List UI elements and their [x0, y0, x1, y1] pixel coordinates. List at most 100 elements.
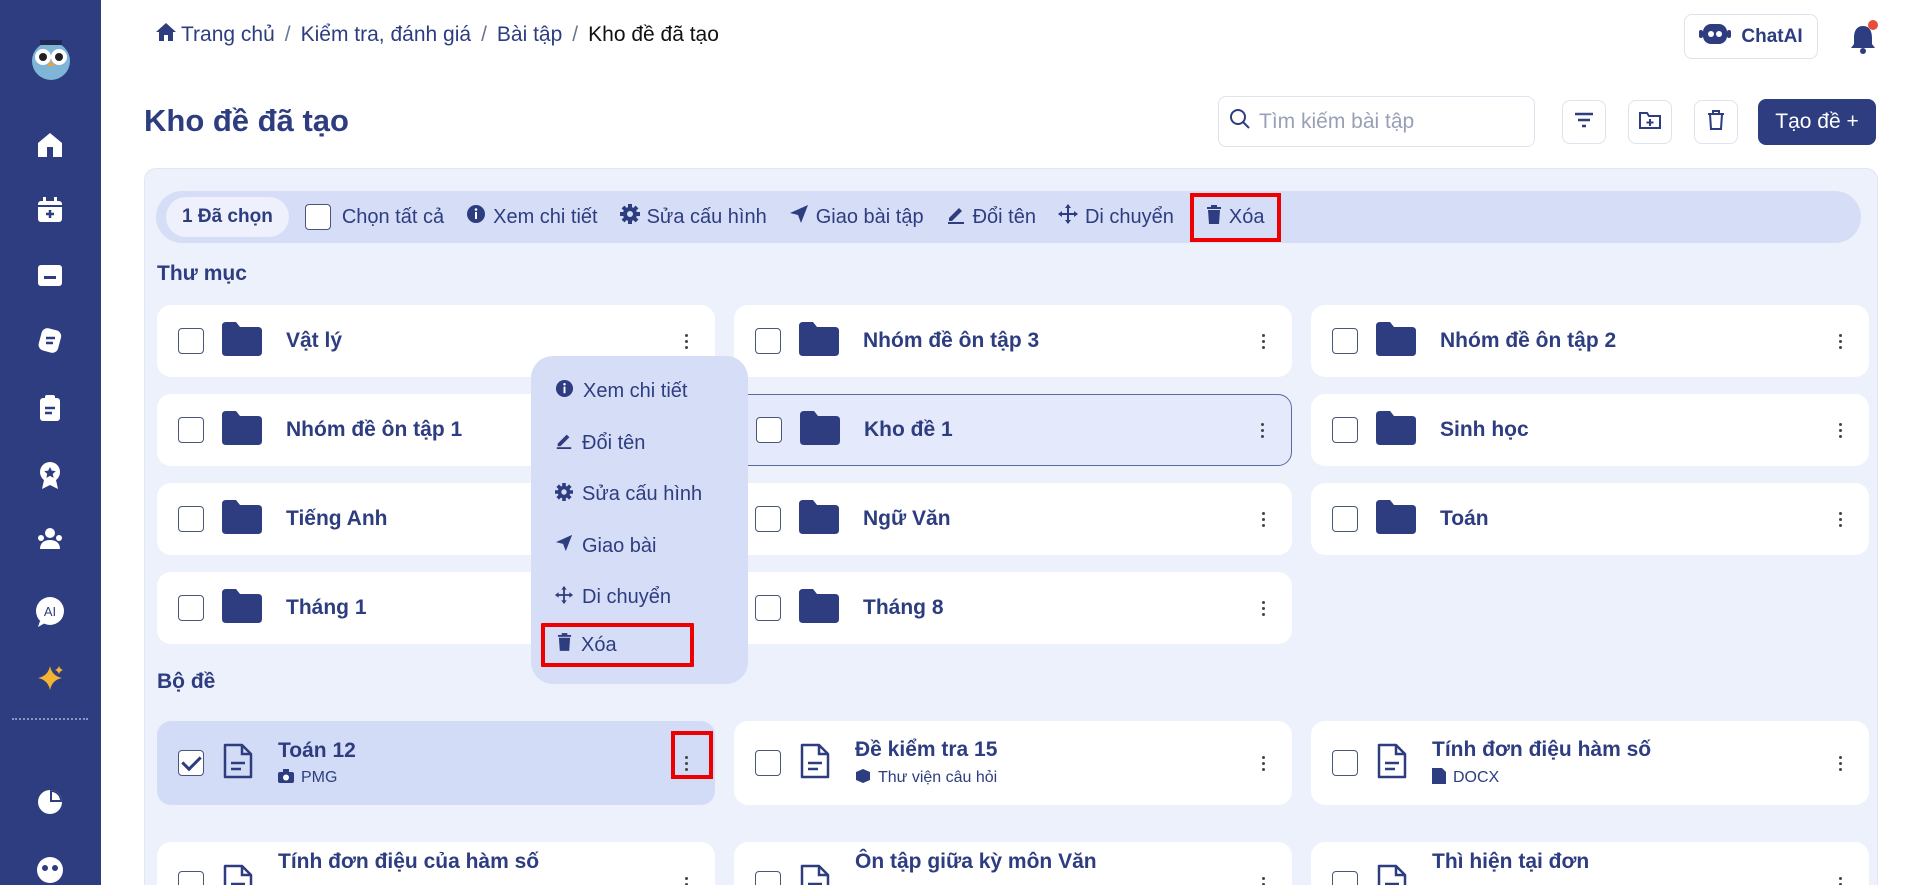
more-options-icon[interactable]: [1833, 418, 1847, 442]
folder-card[interactable]: Toán: [1311, 483, 1869, 555]
sparkle-icon[interactable]: [30, 658, 70, 698]
exam-set-checkbox[interactable]: [178, 750, 204, 776]
selection-toolbar: 1 Đã chọn Chọn tất cả Xem chi tiết Sửa c…: [156, 191, 1861, 243]
folder-icon: [1376, 321, 1416, 361]
folder-checkbox[interactable]: [1332, 417, 1358, 443]
users-icon[interactable]: [30, 520, 70, 560]
clipboard-icon[interactable]: [30, 388, 70, 428]
more-options-icon[interactable]: [1256, 872, 1270, 885]
folder-checkbox[interactable]: [756, 417, 782, 443]
menu-item-rename[interactable]: Đổi tên: [531, 418, 748, 470]
edit-config-button[interactable]: Sửa cấu hình: [619, 204, 767, 230]
folder-add-icon: [1638, 109, 1662, 136]
folder-checkbox[interactable]: [1332, 506, 1358, 532]
more-options-highlight: [671, 731, 713, 779]
rename-button[interactable]: Đổi tên: [946, 204, 1036, 230]
folder-card[interactable]: Tháng 8: [734, 572, 1292, 644]
menu-item-view-details[interactable]: Xem chi tiết: [531, 366, 748, 418]
folder-checkbox[interactable]: [178, 595, 204, 621]
more-options-icon[interactable]: [679, 872, 693, 885]
exam-set-checkbox[interactable]: [755, 750, 781, 776]
exam-set-name: Tính đơn điệu của hàm số: [278, 850, 540, 873]
svg-text:AI: AI: [44, 604, 56, 619]
folder-checkbox[interactable]: [755, 506, 781, 532]
exam-set-card[interactable]: Đề kiểm tra 15 Thư viện câu hỏi: [734, 721, 1292, 805]
folder-name: Sinh học: [1440, 418, 1529, 441]
folder-checkbox[interactable]: [178, 506, 204, 532]
exam-set-card[interactable]: Thì hiện tại đơn: [1311, 842, 1869, 885]
more-options-icon[interactable]: [1833, 872, 1847, 885]
view-details-label: Xem chi tiết: [493, 205, 598, 228]
exam-set-checkbox[interactable]: [1332, 871, 1358, 885]
more-options-icon[interactable]: [1256, 329, 1270, 353]
folder-card[interactable]: Nhóm đề ôn tập 2: [1311, 305, 1869, 377]
more-options-icon[interactable]: [1256, 596, 1270, 620]
filter-button[interactable]: [1562, 100, 1606, 144]
trash-icon: [1206, 204, 1222, 230]
menu-item-label: Sửa cấu hình: [582, 483, 703, 506]
exam-set-card[interactable]: Ôn tập giữa kỳ môn Văn: [734, 842, 1292, 885]
notification-bell-icon[interactable]: [1843, 18, 1883, 58]
select-all-checkbox[interactable]: [304, 204, 331, 230]
folder-card[interactable]: Nhóm đề ôn tập 3: [734, 305, 1292, 377]
robot-icon[interactable]: [30, 848, 70, 885]
exam-set-checkbox[interactable]: [755, 871, 781, 885]
move-button[interactable]: Di chuyển: [1057, 204, 1174, 230]
folder-icon: [222, 499, 262, 539]
breadcrumb-item[interactable]: Kiểm tra, đánh giá: [301, 23, 471, 47]
calendar-add-icon[interactable]: [30, 190, 70, 230]
folder-card[interactable]: Sinh học: [1311, 394, 1869, 466]
exam-set-checkbox[interactable]: [178, 871, 204, 885]
exam-set-checkbox[interactable]: [1332, 750, 1358, 776]
breadcrumb-home[interactable]: Trang chủ: [181, 23, 275, 47]
folder-icon: [800, 410, 840, 450]
more-options-icon[interactable]: [1255, 418, 1269, 442]
assign-button[interactable]: Giao bài tập: [789, 204, 924, 230]
inbox-icon[interactable]: [30, 255, 70, 295]
menu-item-delete[interactable]: Xóa: [541, 623, 694, 667]
folder-checkbox[interactable]: [178, 328, 204, 354]
folder-icon: [222, 410, 262, 450]
home-icon[interactable]: [30, 125, 70, 165]
folder-card[interactable]: Ngữ Văn: [734, 483, 1292, 555]
folder-name: Toán: [1440, 507, 1489, 530]
exam-set-card[interactable]: Tính đơn điệu của hàm số: [157, 842, 715, 885]
folders-section-title: Thư mục: [157, 262, 247, 285]
select-all-button[interactable]: Chọn tất cả: [304, 204, 444, 230]
create-exam-button[interactable]: Tạo đề +: [1758, 99, 1876, 145]
home-icon[interactable]: [155, 22, 177, 48]
folder-checkbox[interactable]: [755, 328, 781, 354]
folder-checkbox[interactable]: [755, 595, 781, 621]
owl-logo-icon[interactable]: [28, 36, 74, 82]
more-options-icon[interactable]: [679, 329, 693, 353]
more-options-icon[interactable]: [1833, 507, 1847, 531]
bot-icon: [1699, 20, 1732, 54]
view-details-button[interactable]: Xem chi tiết: [466, 204, 598, 230]
breadcrumb-item[interactable]: Bài tập: [497, 23, 562, 47]
exam-set-card[interactable]: Tính đơn điệu hàm số DOCX: [1311, 721, 1869, 805]
chatai-button[interactable]: ChatAI: [1684, 14, 1818, 59]
more-options-icon[interactable]: [1256, 751, 1270, 775]
exam-set-card[interactable]: Toán 12 PMG: [157, 721, 715, 805]
folder-card[interactable]: Kho đề 1: [734, 394, 1292, 466]
folder-checkbox[interactable]: [178, 417, 204, 443]
search-box[interactable]: [1218, 96, 1535, 147]
folder-icon: [799, 588, 839, 628]
folder-checkbox[interactable]: [1332, 328, 1358, 354]
more-options-icon[interactable]: [1833, 751, 1847, 775]
ai-chat-icon[interactable]: AI: [30, 592, 70, 632]
book-icon[interactable]: [30, 320, 70, 360]
award-icon[interactable]: [30, 455, 70, 495]
menu-item-assign[interactable]: Giao bài: [531, 521, 748, 573]
trash-button[interactable]: [1694, 100, 1738, 144]
pencil-icon: [946, 204, 966, 230]
pie-chart-icon[interactable]: [30, 782, 70, 822]
folder-icon: [1376, 499, 1416, 539]
menu-item-edit-config[interactable]: Sửa cấu hình: [531, 469, 748, 521]
more-options-icon[interactable]: [1256, 507, 1270, 531]
more-options-icon[interactable]: [1833, 329, 1847, 353]
new-folder-button[interactable]: [1628, 100, 1672, 144]
menu-item-move[interactable]: Di chuyển: [531, 572, 748, 624]
search-input[interactable]: [1259, 109, 1519, 134]
delete-button[interactable]: Xóa: [1189, 192, 1281, 242]
